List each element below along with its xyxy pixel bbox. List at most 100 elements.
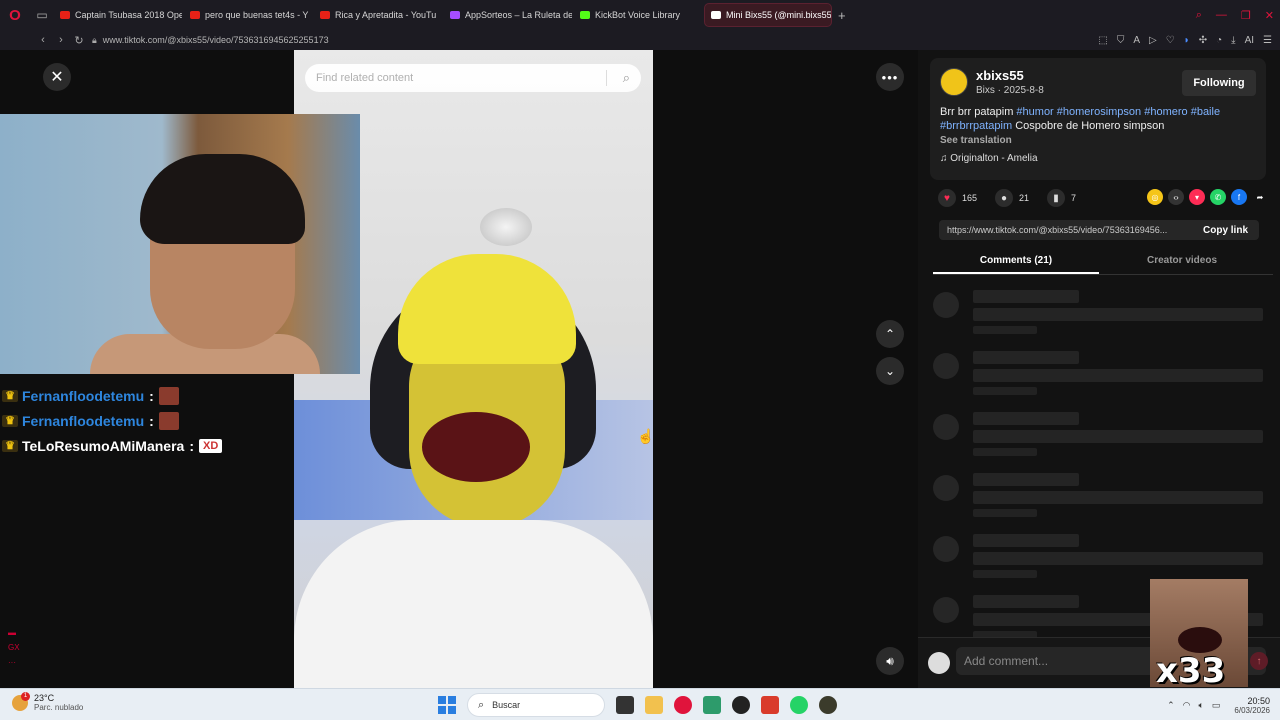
webcam-hair xyxy=(140,154,305,244)
back-icon[interactable]: ‹ xyxy=(34,34,52,46)
tab-favicon-icon xyxy=(580,11,590,19)
adobe-app-icon[interactable] xyxy=(761,696,779,714)
chevron-up-icon[interactable]: ⌃ xyxy=(1167,700,1175,711)
lock-icon[interactable]: 🔒︎ xyxy=(92,35,97,46)
game-app-icon[interactable] xyxy=(819,696,837,714)
reload-icon[interactable]: ↻ xyxy=(70,34,88,47)
forward-icon[interactable]: › xyxy=(52,34,70,46)
hashtag-link[interactable]: #baile xyxy=(1191,106,1220,118)
username[interactable]: xbixs55 xyxy=(976,68,1024,83)
tab-favicon-icon xyxy=(450,11,460,19)
translate-icon[interactable]: A xyxy=(1133,35,1140,46)
more-options-button[interactable]: ••• xyxy=(876,63,904,91)
heart-icon[interactable]: ♡ xyxy=(1166,35,1175,46)
send-comment-button[interactable]: ↑ xyxy=(1250,652,1268,670)
weather-widget[interactable]: 1 23°C Parc. nublado xyxy=(12,691,83,712)
coin-icon[interactable]: ◎ xyxy=(1147,189,1163,205)
next-video-button[interactable]: ⌄ xyxy=(876,357,904,385)
whatsapp-icon[interactable]: ✆ xyxy=(1210,189,1226,205)
share-link[interactable]: https://www.tiktok.com/@xbixs55/video/75… xyxy=(939,225,1189,235)
chat-message: ♛ Fernanfloodetemu: xyxy=(2,408,262,433)
battery-icon[interactable]: ▭ xyxy=(1212,700,1221,711)
facebook-icon[interactable]: f xyxy=(1231,189,1247,205)
save-button[interactable]: ▮ 7 xyxy=(1047,189,1076,207)
embed-icon[interactable]: ‹› xyxy=(1168,189,1184,205)
tab-label: AppSorteos – La Ruleta de xyxy=(465,10,572,20)
video-stage: Find related content ⌕ ✕ ••• ⌃ ⌄ 🔊︎ ☝ ♛ F… xyxy=(0,50,918,688)
new-tab-button[interactable]: + xyxy=(838,8,846,23)
music-link[interactable]: ♫ Originalton - Amelia xyxy=(940,153,1038,164)
skeleton-bar xyxy=(973,290,1079,303)
tab-creator-videos[interactable]: Creator videos xyxy=(1099,250,1265,274)
skeleton-bar xyxy=(973,509,1037,517)
puzzle-icon[interactable]: ✣ xyxy=(1199,35,1207,46)
opera-app-icon[interactable] xyxy=(674,696,692,714)
clock-time: 20:50 xyxy=(1247,695,1270,706)
following-button[interactable]: Following xyxy=(1182,70,1256,96)
url-field[interactable]: www.tiktok.com/@xbixs55/video/7536316945… xyxy=(103,35,329,45)
opera-logo-icon[interactable]: O xyxy=(0,0,30,30)
account-icon[interactable]: ◔ xyxy=(1216,35,1222,46)
notes-app-icon[interactable] xyxy=(703,696,721,714)
tab-favicon-icon xyxy=(60,11,70,19)
whatsapp-app-icon[interactable] xyxy=(790,696,808,714)
maximize-icon[interactable]: ❐ xyxy=(1241,9,1251,22)
chat-colon: : xyxy=(149,387,154,404)
hashtag-link[interactable]: #humor xyxy=(1016,106,1053,118)
hashtag-link[interactable]: #brrbrrpatapim xyxy=(940,120,1012,132)
related-search-input[interactable]: Find related content ⌕ xyxy=(305,64,641,92)
previous-video-button[interactable]: ⌃ xyxy=(876,320,904,348)
terminal-app-icon[interactable] xyxy=(616,696,634,714)
tab-comments[interactable]: Comments (21) xyxy=(933,250,1099,274)
send-icon[interactable]: ▾ xyxy=(1189,189,1205,205)
menu-icon[interactable]: ☰ xyxy=(1263,35,1272,46)
like-count: 165 xyxy=(962,193,978,203)
browser-tab[interactable]: Mini Bixs55 (@mini.bixs55 xyxy=(704,3,832,27)
browser-tab[interactable]: Rica y Apretadita - YouTu xyxy=(314,3,442,27)
bookmark-icon: ▮ xyxy=(1047,189,1066,207)
browser-tab[interactable]: KickBot Voice Library xyxy=(574,3,702,27)
play-icon[interactable]: ▷ xyxy=(1149,35,1157,46)
hashtag-link[interactable]: #homero xyxy=(1144,106,1187,118)
browser-tab[interactable]: Captain Tsubasa 2018 Ope xyxy=(54,3,182,27)
hashtag-link[interactable]: #homerosimpson xyxy=(1057,106,1141,118)
minimize-icon[interactable]: — xyxy=(1216,9,1227,21)
clock[interactable]: 20:50 6/03/2026 xyxy=(1234,696,1270,715)
close-button[interactable]: ✕ xyxy=(43,63,71,91)
copy-link-button[interactable]: Copy link xyxy=(1203,225,1248,236)
post-caption: Brr brr patapim #humor #homerosimpson #h… xyxy=(940,105,1256,133)
windows-start-icon[interactable] xyxy=(438,696,456,714)
like-button[interactable]: ♥ 165 xyxy=(938,189,977,207)
weather-badge: 1 xyxy=(21,691,30,701)
browser-tab[interactable]: AppSorteos – La Ruleta de xyxy=(444,3,572,27)
skeleton-bar xyxy=(933,597,959,623)
tiktok-page: Find related content ⌕ ✕ ••• ⌃ ⌄ 🔊︎ ☝ ♛ F… xyxy=(0,50,1280,688)
ai-button[interactable]: AI xyxy=(1245,35,1254,46)
share-arrow-icon[interactable]: ➦ xyxy=(1252,189,1268,205)
comment-button[interactable]: ● 21 xyxy=(995,189,1029,207)
volume-icon[interactable]: 🔈︎ xyxy=(1198,700,1203,711)
avatar[interactable] xyxy=(940,68,968,96)
snapshot-icon[interactable]: ⬚ xyxy=(1098,35,1107,46)
taskbar-search[interactable]: ⌕ Buscar xyxy=(467,693,605,717)
see-translation-link[interactable]: See translation xyxy=(940,135,1012,146)
skeleton-bar xyxy=(973,387,1037,395)
extension-blue-icon[interactable]: ◗ xyxy=(1184,35,1190,46)
close-window-icon[interactable]: ✕ xyxy=(1265,9,1274,22)
music-note-icon: ♫ xyxy=(940,153,951,164)
shield-icon[interactable]: ⛉ xyxy=(1117,35,1125,46)
download-icon[interactable]: ⤓ xyxy=(1231,35,1235,46)
obs-app-icon[interactable] xyxy=(732,696,750,714)
overlay-icon-3: ··· xyxy=(8,658,16,667)
skeleton-bar xyxy=(933,414,959,440)
side-overlay-icons: ▬ GX ··· xyxy=(8,628,20,667)
post-subline: Bixs · 2025-8-8 xyxy=(976,85,1044,96)
volume-button[interactable]: 🔊︎ xyxy=(876,647,904,675)
browser-tab[interactable]: pero que buenas tet4s - Y xyxy=(184,3,312,27)
search-icon[interactable]: ⌕ xyxy=(623,70,630,86)
file-explorer-icon[interactable] xyxy=(645,696,663,714)
search-tabs-icon[interactable]: ⌕ xyxy=(1196,9,1202,22)
workspaces-icon[interactable]: ▭ xyxy=(30,0,54,30)
wifi-icon[interactable]: ◠ xyxy=(1183,700,1191,711)
windows-taskbar: 1 23°C Parc. nublado ⌕ Buscar ⌃ ◠ 🔈︎ ▭ 20… xyxy=(0,688,1280,720)
